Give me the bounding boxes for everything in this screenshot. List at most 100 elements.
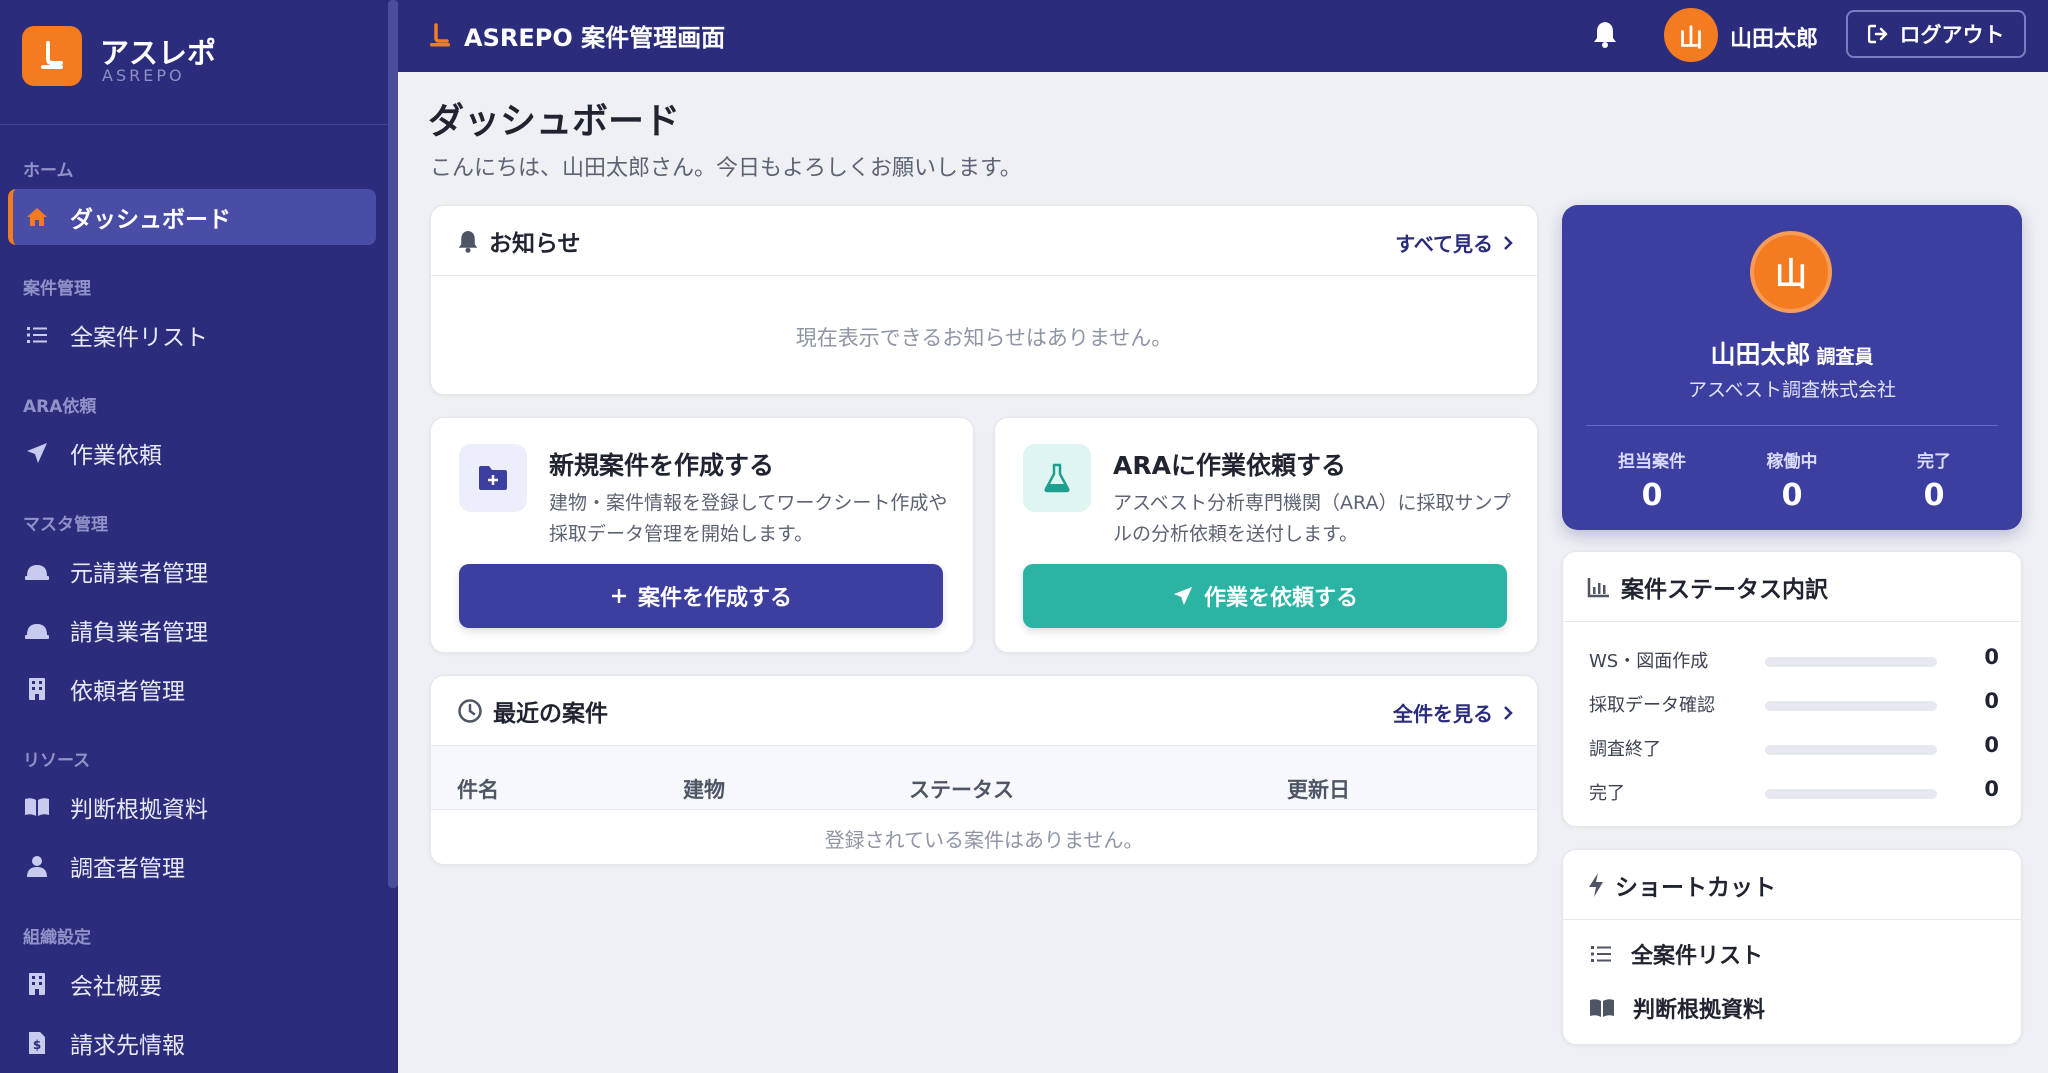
stat-label: 完了 <box>1917 452 1951 472</box>
shortcuts-card: ショートカット 全案件リスト 判断根拠資料 <box>1562 849 2022 1045</box>
stat-completed: 完了 0 <box>1864 447 2004 513</box>
sidebar-item-label: 作業依頼 <box>70 443 162 469</box>
shortcut-label: 全案件リスト <box>1631 944 1764 969</box>
status-row-value: 0 <box>1984 645 1999 669</box>
stat-value: 0 <box>1781 478 1803 513</box>
top-bar-title: ASREPO 案件管理画面 <box>428 18 725 53</box>
status-progress-track <box>1765 657 1937 667</box>
user-avatar[interactable]: 山 <box>1664 8 1718 62</box>
user-name[interactable]: 山田太郎 <box>1730 21 1818 53</box>
column-header-updated[interactable]: 更新日 <box>1287 774 1350 804</box>
stat-assigned: 担当案件 0 <box>1582 447 1722 513</box>
flask-icon <box>1023 444 1091 512</box>
status-row: 完了 0 <box>1589 777 1999 807</box>
top-bar: ASREPO 案件管理画面 山 山田太郎 ログアウト <box>398 0 2048 72</box>
sidebar-item-label: 請負業者管理 <box>70 620 208 646</box>
sidebar: アスレポ ASREPO ホーム ダッシュボード 案件管理 全案件リスト ARA依… <box>0 0 398 1073</box>
create-project-title: 新規案件を作成する <box>549 451 775 480</box>
sidebar-item-company[interactable]: 会社概要 <box>8 956 376 1012</box>
building-icon <box>24 971 50 997</box>
stat-value: 0 <box>1923 478 1945 513</box>
sidebar-item-label: 依頼者管理 <box>70 679 185 705</box>
book-icon <box>1590 999 1614 1017</box>
clock-icon <box>458 698 482 723</box>
sidebar-item-label: 判断根拠資料 <box>70 797 208 823</box>
notices-title: お知らせ <box>489 230 581 257</box>
ara-request-button[interactable]: 作業を依頼する <box>1023 564 1507 628</box>
brand-mark-icon <box>430 22 450 46</box>
sidebar-item-surveyors[interactable]: 調査者管理 <box>8 838 376 894</box>
shortcut-all-projects[interactable]: 全案件リスト <box>1589 938 1763 970</box>
sidebar-item-billing[interactable]: $ 請求先情報 <box>8 1015 376 1071</box>
profile-avatar: 山 <box>1750 231 1832 313</box>
brand[interactable]: アスレポ ASREPO <box>22 26 382 90</box>
column-header-building[interactable]: 建物 <box>683 774 725 804</box>
chevron-right-icon <box>1504 235 1513 250</box>
sidebar-item-reference-docs[interactable]: 判断根拠資料 <box>8 779 376 835</box>
page-subtitle: こんにちは、山田太郎さん。今日もよろしくお願いします。 <box>430 156 1022 181</box>
shortcut-label: 判断根拠資料 <box>1633 998 1766 1023</box>
notices-see-all-label: すべて見る <box>1395 232 1493 256</box>
sidebar-item-subcontractors[interactable]: 請負業者管理 <box>8 602 376 658</box>
stat-label: 担当案件 <box>1618 452 1686 472</box>
notices-see-all-link[interactable]: すべて見る <box>1395 228 1513 257</box>
svg-text:$: $ <box>33 1038 41 1052</box>
sidebar-divider <box>0 124 388 125</box>
brand-subtitle: ASREPO <box>102 66 185 85</box>
sidebar-item-label: ダッシュボード <box>70 207 231 233</box>
profile-card: 山 山田太郎 調査員 アスベスト調査株式会社 担当案件 0 稼働中 0 完了 0 <box>1562 205 2022 530</box>
nav-section-resources: リソース <box>23 751 91 771</box>
status-row-value: 0 <box>1984 733 1999 757</box>
logout-icon <box>1867 24 1887 44</box>
book-icon <box>24 794 50 820</box>
ara-request-card: ARAに作業依頼する アスベスト分析専門機関（ARA）に採取サンプルの分析依頼を… <box>994 417 1538 653</box>
notices-card: お知らせ すべて見る 現在表示できるお知らせはありません。 <box>430 205 1538 395</box>
column-header-status[interactable]: ステータス <box>909 774 1014 804</box>
sidebar-item-label: 調査者管理 <box>70 856 185 882</box>
recent-projects-card: 最近の案件 全件を見る 件名 建物 ステータス 更新日 登録されている案件はあり… <box>430 675 1538 865</box>
status-row-label: 採取データ確認 <box>1589 695 1715 716</box>
logout-label: ログアウト <box>1899 23 2005 47</box>
status-breakdown-card: 案件ステータス内訳 WS・図面作成 0 採取データ確認 0 調査終了 0 完了 … <box>1562 551 2022 827</box>
recent-projects-empty-message: 登録されている案件はありません。 <box>824 828 1144 852</box>
status-breakdown-title: 案件ステータス内訳 <box>1621 576 1828 603</box>
send-icon <box>1173 586 1193 606</box>
chevron-right-icon <box>1504 705 1513 720</box>
sidebar-item-label: 全案件リスト <box>70 325 208 351</box>
profile-name-line: 山田太郎 調査員 <box>1562 335 2022 371</box>
create-project-button-label: 案件を作成する <box>637 586 792 611</box>
ara-request-button-label: 作業を依頼する <box>1203 586 1358 611</box>
status-row-value: 0 <box>1984 689 1999 713</box>
status-row: 採取データ確認 0 <box>1589 689 1999 719</box>
shortcuts-title: ショートカット <box>1615 874 1776 901</box>
sidebar-scrollbar[interactable] <box>388 0 398 888</box>
notification-bell-icon[interactable] <box>1592 20 1618 52</box>
stat-value: 0 <box>1641 478 1663 513</box>
helmet-icon <box>24 617 50 643</box>
plus-icon <box>611 589 626 603</box>
recent-projects-see-all-link[interactable]: 全件を見る <box>1393 698 1513 727</box>
notices-header: お知らせ すべて見る <box>431 206 1537 276</box>
nav-section-ara: ARA依頼 <box>23 397 97 417</box>
profile-divider <box>1586 425 1998 426</box>
sidebar-item-work-request[interactable]: 作業依頼 <box>8 425 376 481</box>
bell-icon <box>458 230 478 253</box>
bar-chart-icon <box>1587 577 1609 597</box>
sidebar-item-all-projects[interactable]: 全案件リスト <box>8 307 376 363</box>
sidebar-item-clients[interactable]: 依頼者管理 <box>8 661 376 717</box>
list-icon <box>1591 946 1611 962</box>
status-row: WS・図面作成 0 <box>1589 645 1999 675</box>
stat-active: 稼働中 0 <box>1722 447 1862 513</box>
create-project-button[interactable]: 案件を作成する <box>459 564 943 628</box>
sidebar-item-prime-contractors[interactable]: 元請業者管理 <box>8 543 376 599</box>
status-row-value: 0 <box>1984 777 1999 801</box>
app-title: ASREPO 案件管理画面 <box>464 24 726 52</box>
sidebar-item-dashboard[interactable]: ダッシュボード <box>8 189 376 245</box>
logout-button[interactable]: ログアウト <box>1846 10 2026 58</box>
notices-empty-message: 現在表示できるお知らせはありません。 <box>795 326 1173 350</box>
sidebar-item-label: 請求先情報 <box>70 1033 185 1059</box>
recent-projects-see-all-label: 全件を見る <box>1393 702 1493 726</box>
shortcut-reference-docs[interactable]: 判断根拠資料 <box>1589 992 1765 1024</box>
column-header-name[interactable]: 件名 <box>457 774 499 804</box>
nav-section-projects: 案件管理 <box>23 279 91 299</box>
